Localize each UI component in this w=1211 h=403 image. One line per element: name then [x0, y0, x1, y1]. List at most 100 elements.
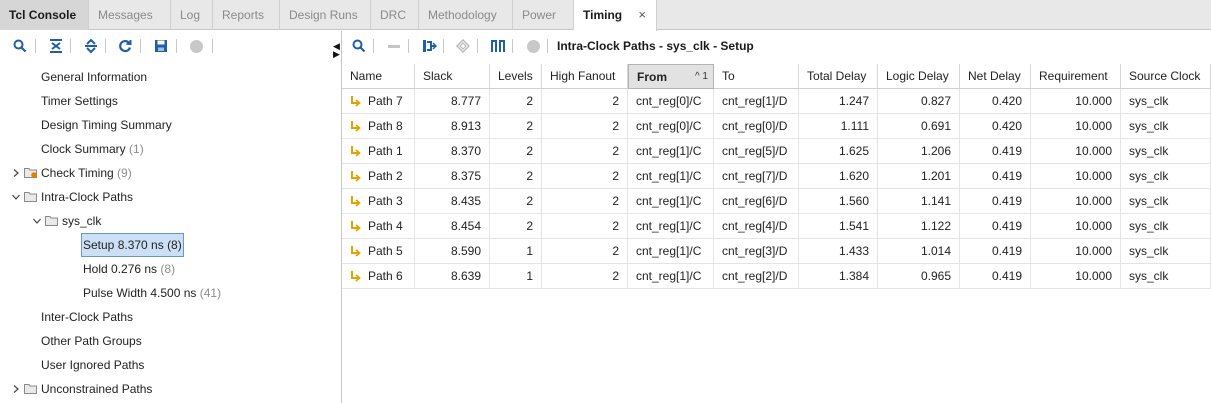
- tree-item-general-information[interactable]: General Information: [41, 66, 147, 88]
- cell-requirement: 10.000: [1031, 114, 1121, 139]
- cell-from: cnt_reg[1]/C: [628, 139, 714, 164]
- minus-icon: [384, 36, 404, 56]
- tab-drc[interactable]: DRC: [371, 0, 419, 30]
- tree-item-clock-summary[interactable]: Clock Summary (1): [41, 138, 144, 160]
- tree-item-intra-clock-paths[interactable]: Intra-Clock Paths: [41, 186, 133, 208]
- column-header-from[interactable]: From ^ 1: [628, 64, 714, 89]
- tab-tcl-console[interactable]: Tcl Console: [0, 0, 89, 30]
- cell-name: Path 7: [342, 89, 415, 114]
- cell-text: 10.000: [1075, 119, 1112, 133]
- cell-text: 2: [526, 219, 533, 233]
- clock-icon: [453, 36, 473, 56]
- cell-text: cnt_reg[1]/D: [722, 94, 788, 108]
- cell-text: 2: [526, 194, 533, 208]
- column-header-to[interactable]: To: [714, 64, 799, 89]
- tree-item-design-timing-summary[interactable]: Design Timing Summary: [41, 114, 172, 136]
- results-toolbar: [342, 31, 1211, 61]
- column-header-requirement[interactable]: Requirement: [1031, 64, 1121, 89]
- table-row[interactable]: Path 8 8.913 2 2 cnt_reg[0]/C cnt_reg[0]/D 1.1…: [342, 114, 1211, 139]
- tree-item-unconstrained-paths[interactable]: Unconstrained Paths: [41, 378, 152, 400]
- column-header-net-delay[interactable]: Net Delay: [960, 64, 1031, 89]
- table-row[interactable]: Path 1 8.370 2 2 cnt_reg[1]/C cnt_reg[5]/D 1.6…: [342, 139, 1211, 164]
- tree-item-other-path-groups[interactable]: Other Path Groups: [41, 330, 142, 352]
- column-header-levels[interactable]: Levels: [490, 64, 542, 89]
- column-header-source-clock[interactable]: Source Clock: [1121, 64, 1211, 89]
- column-header-logic-delay[interactable]: Logic Delay: [878, 64, 960, 89]
- path-icon: [351, 196, 361, 207]
- chevron-right-icon[interactable]: [11, 384, 21, 394]
- cell-slack: 8.375: [415, 164, 490, 189]
- cell-text: 0.419: [991, 269, 1022, 283]
- cell-text: sys_clk: [1129, 269, 1169, 283]
- cell-text: cnt_reg[7]/D: [722, 169, 788, 183]
- tree-item-inter-clock-paths[interactable]: Inter-Clock Paths: [41, 306, 133, 328]
- cell-to: cnt_reg[2]/D: [714, 264, 799, 289]
- cell-logic-delay: 1.122: [878, 214, 960, 239]
- cell-source-clock: sys_clk: [1121, 114, 1211, 139]
- cell-name: Path 2: [342, 164, 415, 189]
- collapse-pane-icon[interactable]: ◀ ▶: [333, 42, 340, 59]
- tree-item-check-timing[interactable]: Check Timing (9): [41, 162, 132, 184]
- tab-messages[interactable]: Messages: [89, 0, 171, 30]
- tab-label: Timing: [583, 8, 623, 22]
- table-row[interactable]: Path 7 8.777 2 2 cnt_reg[0]/C cnt_reg[1]/D 1.2…: [342, 89, 1211, 114]
- cell-to: cnt_reg[3]/D: [714, 239, 799, 264]
- cell-text: 0.827: [920, 94, 951, 108]
- column-header-name[interactable]: Name: [342, 64, 415, 89]
- tree-item-pulse-width[interactable]: Pulse Width 4.500 ns (41): [83, 282, 221, 304]
- tab-methodology[interactable]: Methodology: [419, 0, 513, 30]
- cell-text: 2: [612, 94, 619, 108]
- timing-tree: General Information Timer Settings Desig…: [0, 61, 341, 403]
- tab-log[interactable]: Log: [171, 0, 213, 30]
- cell-requirement: 10.000: [1031, 139, 1121, 164]
- table-row[interactable]: Path 6 8.639 1 2 cnt_reg[1]/C cnt_reg[2]/D 1.3…: [342, 264, 1211, 289]
- tab-design-runs[interactable]: Design Runs: [280, 0, 371, 30]
- cell-text: 8.777: [450, 94, 481, 108]
- tree-item-timer-settings[interactable]: Timer Settings: [41, 90, 118, 112]
- tree-item-user-ignored-paths[interactable]: User Ignored Paths: [41, 354, 144, 376]
- column-header-total-delay[interactable]: Total Delay: [799, 64, 878, 89]
- cell-text: 10.000: [1075, 194, 1112, 208]
- refresh-icon[interactable]: [115, 36, 135, 56]
- tree-item-sys-clk[interactable]: sys_clk: [62, 210, 101, 232]
- save-icon[interactable]: [151, 36, 171, 56]
- cell-text: 8.913: [450, 119, 481, 133]
- tab-timing[interactable]: Timing ×: [574, 0, 657, 31]
- cell-text: cnt_reg[0]/C: [636, 94, 702, 108]
- tab-label: Methodology: [428, 8, 497, 22]
- cell-source-clock: sys_clk: [1121, 264, 1211, 289]
- table-row[interactable]: Path 5 8.590 1 2 cnt_reg[1]/C cnt_reg[3]/D 1.4…: [342, 239, 1211, 264]
- tree-item-setup[interactable]: Setup 8.370 ns (8): [81, 233, 184, 257]
- close-icon[interactable]: ×: [638, 0, 646, 30]
- chevron-down-icon[interactable]: [11, 192, 21, 202]
- folder-icon: [24, 384, 37, 394]
- tab-reports[interactable]: Reports: [213, 0, 280, 30]
- cell-text: 2: [612, 219, 619, 233]
- schematic-icon[interactable]: [419, 36, 439, 56]
- tab-power[interactable]: Power: [513, 0, 574, 30]
- search-icon[interactable]: [10, 36, 30, 56]
- cell-source-clock: sys_clk: [1121, 164, 1211, 189]
- cell-text: 1.247: [838, 94, 869, 108]
- expand-all-icon[interactable]: [81, 36, 101, 56]
- table-row[interactable]: Path 3 8.435 2 2 cnt_reg[1]/C cnt_reg[6]/D 1.5…: [342, 189, 1211, 214]
- cell-source-clock: sys_clk: [1121, 89, 1211, 114]
- column-header-slack[interactable]: Slack: [415, 64, 490, 89]
- tab-label: DRC: [380, 8, 406, 22]
- cell-text: 1.141: [920, 194, 951, 208]
- folder-icon: [24, 192, 37, 202]
- search-icon[interactable]: [349, 36, 369, 56]
- toolbar-separator: [70, 39, 71, 53]
- cell-levels: 1: [490, 239, 542, 264]
- waveform-icon[interactable]: [488, 36, 508, 56]
- cell-text: cnt_reg[1]/C: [636, 144, 702, 158]
- cell-text: cnt_reg[0]/D: [722, 119, 788, 133]
- collapse-all-icon[interactable]: [46, 36, 66, 56]
- tree-item-hold[interactable]: Hold 0.276 ns (8): [83, 258, 175, 280]
- chevron-down-icon[interactable]: [32, 216, 42, 226]
- toolbar-separator: [547, 39, 548, 53]
- chevron-right-icon[interactable]: [11, 168, 21, 178]
- column-header-high-fanout[interactable]: High Fanout: [542, 64, 628, 89]
- table-row[interactable]: Path 2 8.375 2 2 cnt_reg[1]/C cnt_reg[7]/D 1.6…: [342, 164, 1211, 189]
- table-row[interactable]: Path 4 8.454 2 2 cnt_reg[1]/C cnt_reg[4]/D 1.5…: [342, 214, 1211, 239]
